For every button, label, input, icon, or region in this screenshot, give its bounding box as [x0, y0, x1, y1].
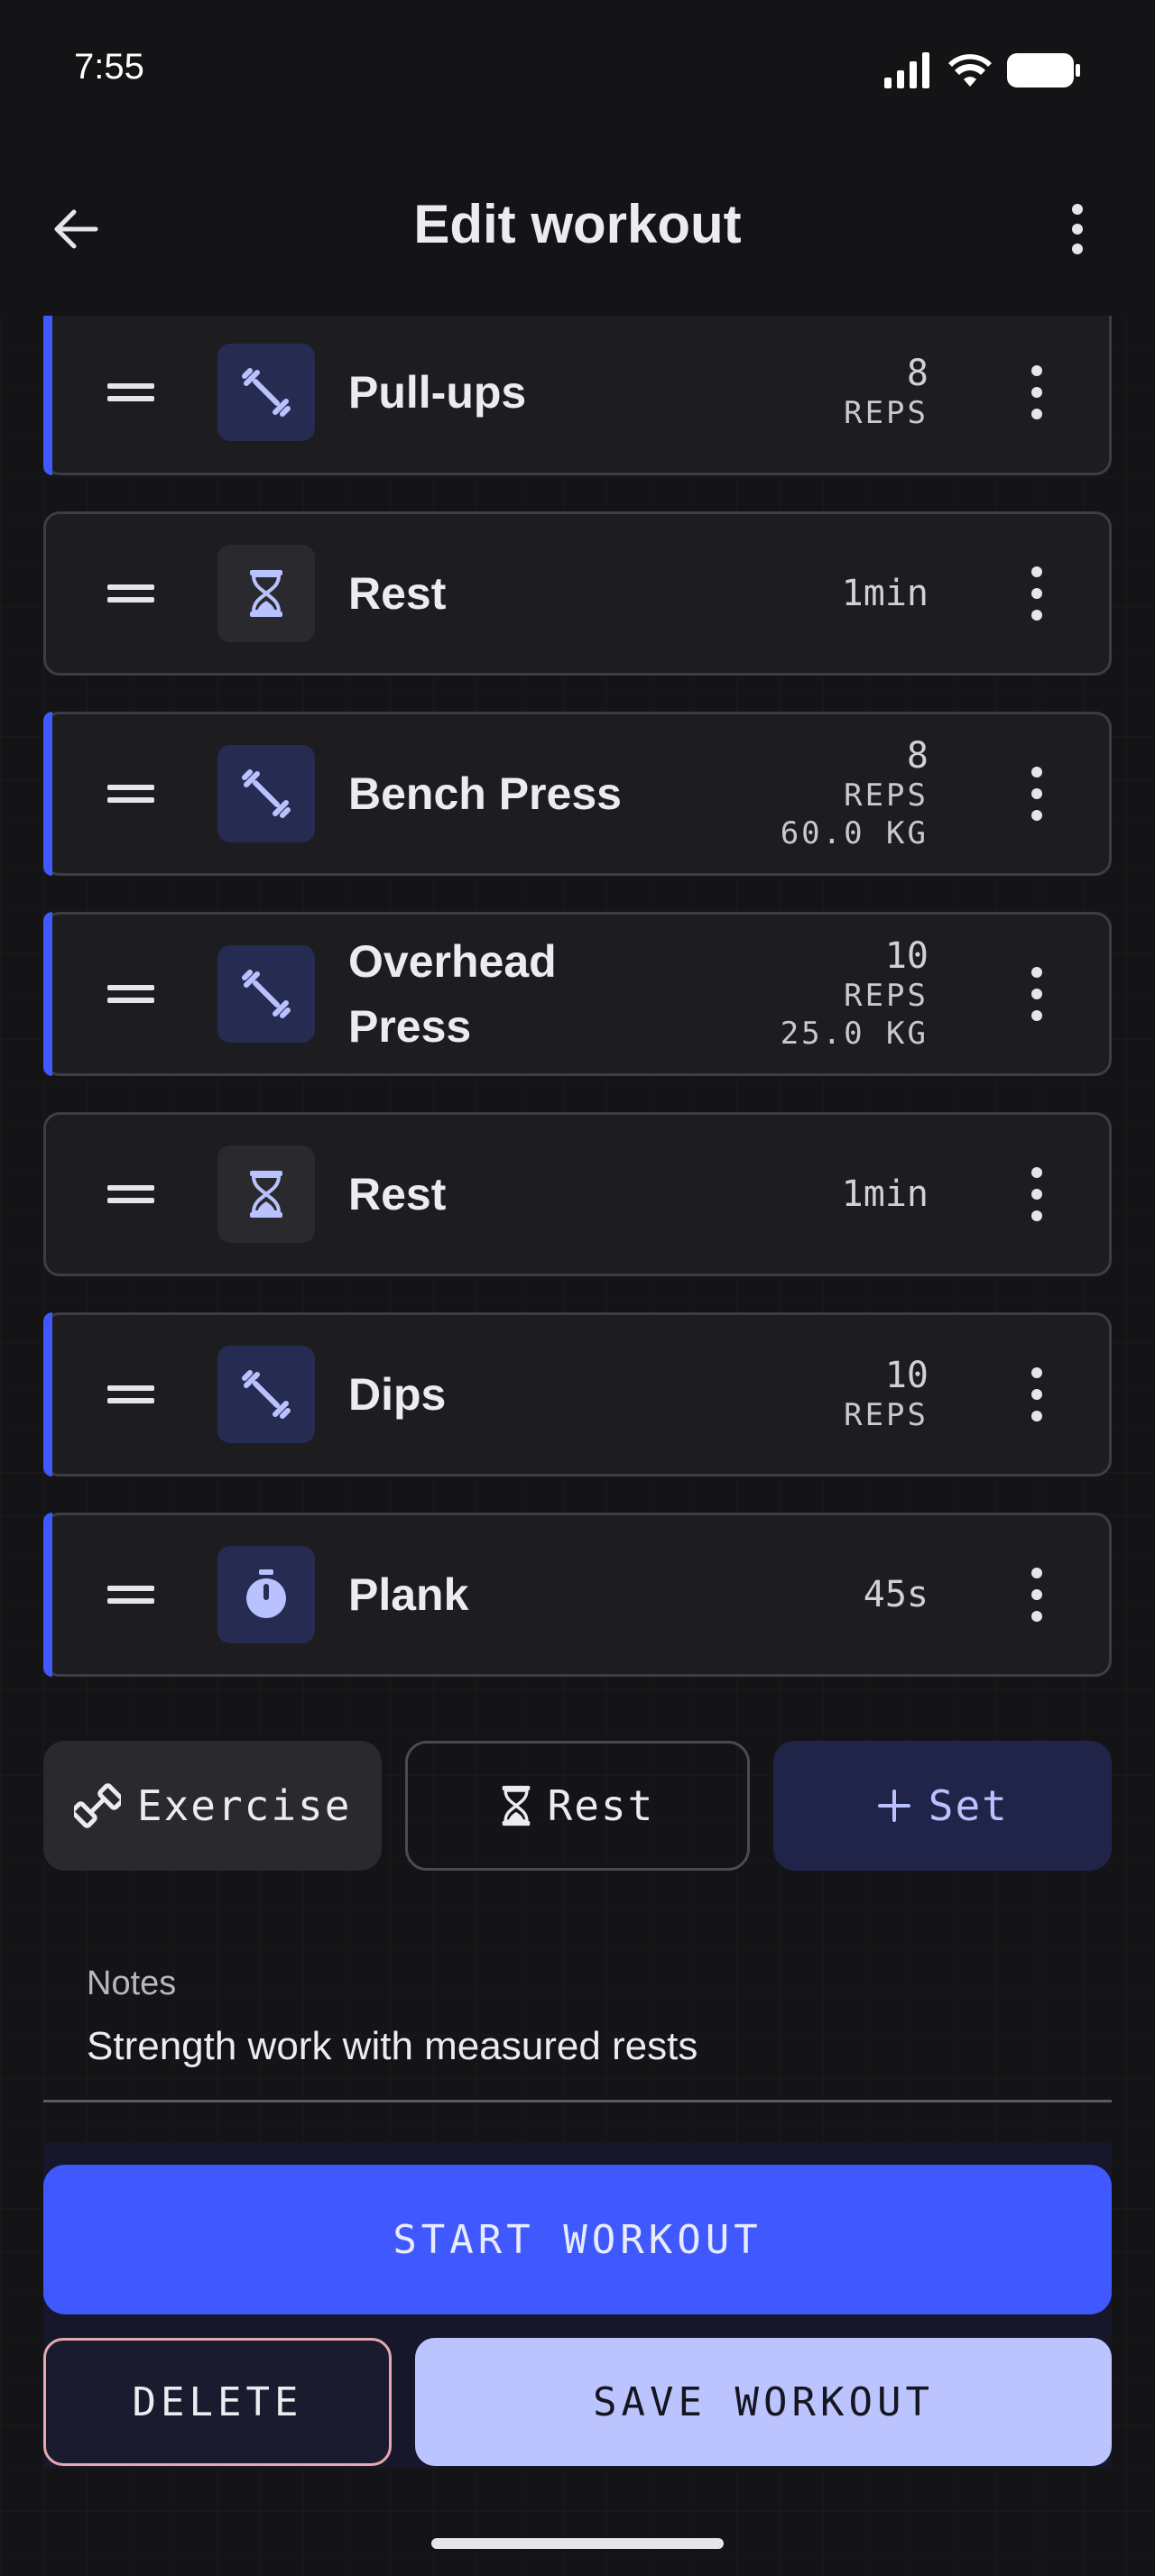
drag-handle-icon[interactable] — [107, 1385, 154, 1403]
drag-handle-icon[interactable] — [107, 584, 154, 603]
notes-value[interactable]: Strength work with measured rests — [87, 2024, 698, 2069]
item-metrics: 8 REPS 60.0 KG — [781, 735, 929, 852]
drag-handle-icon[interactable] — [107, 1586, 154, 1604]
add-exercise-button[interactable]: Exercise — [43, 1741, 383, 1871]
item-name: Rest — [348, 568, 447, 619]
wifi-icon — [948, 54, 992, 87]
item-metrics: 10 REPS — [844, 1355, 929, 1434]
notes-field[interactable]: Notes Strength work with measured rests — [43, 1948, 1112, 2102]
item-menu-icon[interactable] — [1028, 364, 1046, 419]
item-value: 1min — [841, 1173, 929, 1215]
list-item[interactable]: Rest 1min — [43, 1112, 1112, 1276]
item-unit: REPS — [844, 777, 929, 814]
item-name: Overhead Press — [348, 936, 557, 1052]
app-bar: Edit workout — [0, 135, 1155, 316]
add-rest-button[interactable]: Rest — [405, 1741, 750, 1871]
list-item[interactable]: Dips 10 REPS — [43, 1312, 1112, 1477]
workout-item-list: Pull-ups 8 REPS Rest 1min Bench Press 8 … — [43, 311, 1112, 1713]
more-vertical-icon — [1072, 204, 1083, 254]
item-name: Plank — [348, 1569, 469, 1620]
hourglass-icon — [217, 1145, 315, 1243]
item-weight: 25.0 KG — [780, 1016, 929, 1052]
item-metrics: 1min — [842, 573, 929, 614]
item-name: Rest — [348, 1169, 447, 1219]
item-name: Dips — [348, 1369, 447, 1420]
add-exercise-label: Exercise — [136, 1781, 352, 1830]
home-indicator[interactable] — [431, 2538, 724, 2549]
dumbbell-icon — [73, 1783, 121, 1828]
item-metrics: 1min — [842, 1173, 929, 1215]
item-menu-icon[interactable] — [1028, 1568, 1046, 1622]
item-value: 1min — [841, 573, 929, 614]
item-menu-icon[interactable] — [1028, 1367, 1046, 1421]
add-set-button[interactable]: Set — [772, 1741, 1112, 1871]
dumbbell-icon — [217, 343, 315, 441]
start-workout-button[interactable]: START WORKOUT — [43, 2165, 1112, 2314]
item-metrics: 45s — [864, 1574, 929, 1615]
stopwatch-icon — [217, 1546, 315, 1643]
add-set-label: Set — [928, 1781, 1009, 1830]
item-unit: REPS — [844, 1397, 929, 1433]
item-name: Pull-ups — [348, 366, 527, 418]
save-workout-button[interactable]: SAVE WORKOUT — [415, 2338, 1112, 2466]
status-bar: 7:55 — [0, 0, 1155, 135]
item-value: 10 — [884, 1355, 929, 1396]
delete-button[interactable]: DELETE — [43, 2338, 392, 2466]
status-icons — [882, 51, 1081, 90]
item-menu-icon[interactable] — [1028, 1167, 1046, 1221]
drag-handle-icon[interactable] — [107, 382, 154, 401]
more-options-button[interactable] — [1047, 198, 1108, 260]
list-item[interactable]: Plank 45s — [43, 1513, 1112, 1677]
item-value: 10 — [884, 935, 929, 977]
hourglass-icon — [502, 1785, 530, 1826]
dumbbell-icon — [217, 1346, 315, 1443]
add-rest-label: Rest — [547, 1781, 655, 1830]
add-item-row: Exercise Rest Set — [43, 1741, 1112, 1871]
item-menu-icon[interactable] — [1028, 967, 1046, 1021]
hourglass-icon — [217, 545, 315, 642]
item-unit: REPS — [844, 394, 929, 431]
dumbbell-icon — [217, 945, 315, 1043]
plus-icon — [877, 1789, 910, 1822]
item-metrics: 10 REPS 25.0 KG — [781, 935, 929, 1053]
battery-icon — [1007, 53, 1080, 87]
drag-handle-icon[interactable] — [107, 1185, 154, 1203]
item-menu-icon[interactable] — [1028, 566, 1046, 621]
signal-icon — [884, 52, 929, 88]
dumbbell-icon — [217, 745, 315, 842]
item-metrics: 8 REPS — [844, 353, 929, 432]
notes-label: Notes — [87, 1964, 177, 2002]
item-value: 8 — [906, 352, 929, 394]
item-weight: 60.0 KG — [780, 815, 929, 851]
list-item[interactable]: Bench Press 8 REPS 60.0 KG — [43, 712, 1112, 876]
list-item[interactable]: Overhead Press 10 REPS 25.0 KG — [43, 912, 1112, 1076]
drag-handle-icon[interactable] — [107, 985, 154, 1003]
item-value: 45s — [863, 1574, 929, 1615]
item-value: 8 — [906, 735, 929, 777]
list-item[interactable]: Pull-ups 8 REPS — [43, 311, 1112, 475]
status-time: 7:55 — [74, 47, 144, 87]
item-menu-icon[interactable] — [1028, 767, 1046, 821]
item-unit: REPS — [844, 978, 929, 1014]
drag-handle-icon[interactable] — [107, 785, 154, 803]
list-item[interactable]: Rest 1min — [43, 511, 1112, 676]
page-title: Edit workout — [413, 194, 742, 254]
item-name: Bench Press — [348, 768, 622, 819]
